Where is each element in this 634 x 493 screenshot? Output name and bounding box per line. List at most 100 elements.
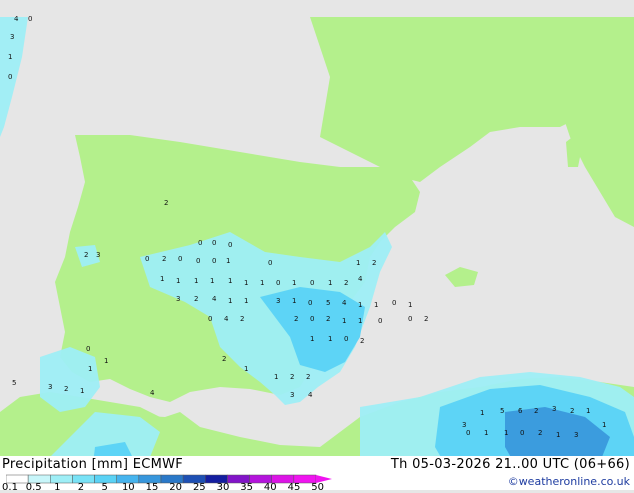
scale-tick-label: 10 [121,482,135,493]
precip-value: 1 [356,259,360,267]
precip-value: 5 [326,299,330,307]
precip-value: 0 [310,315,314,323]
precip-value: 1 [88,365,92,373]
precip-value: 0 [310,279,314,287]
precip-value: 1 [484,429,488,437]
precip-value: 2 [84,251,88,259]
precip-value: 2 [534,407,538,415]
scale-tick-label: 40 [263,482,277,493]
precip-value: 6 [518,407,523,415]
scale-tick-label: 5 [101,482,108,493]
precip-value: 1 [244,297,248,305]
precip-value: 3 [462,421,466,429]
precip-value: 2 [538,429,542,437]
precip-value: 5 [12,379,16,387]
precip-value: 3 [176,295,180,303]
precip-value: 2 [64,385,68,393]
precip-value: 3 [276,297,280,305]
precip-value: 1 [342,317,346,325]
precip-value: 5 [500,407,504,415]
precip-value: 0 [145,255,149,263]
precip-value: 0 [392,299,396,307]
precip-value: 2 [290,373,294,381]
precip-value: 1 [210,277,214,285]
scale-tick-label: 45 [287,482,301,493]
precip-value: 2 [570,407,574,415]
precip-value: 0 [86,345,90,353]
precip-value: 0 [308,299,312,307]
scale-tick-label: 25 [192,482,206,493]
precip-value: 0 [196,257,200,265]
precip-value: 0 [212,257,216,265]
precip-value: 3 [290,391,294,399]
precip-value: 1 [104,357,108,365]
scale-tick-label: 1 [54,482,61,493]
precip-value: 1 [226,257,230,265]
precip-value: 1 [260,279,264,287]
precip-value: 2 [240,315,244,323]
precip-value: 1 [80,387,84,395]
precip-value: 2 [306,373,310,381]
precip-value: 2 [372,259,376,267]
valid-time: Th 05-03-2026 21..00 UTC (06+66) [390,457,630,472]
scale-tick-label: 15 [145,482,159,493]
scale-tick-label: 30 [216,482,230,493]
precip-value: 1 [228,277,232,285]
precip-value: 1 [358,301,362,309]
precip-value: 2 [344,279,348,287]
scale-tick-label: 2 [77,482,85,493]
precip-value: 1 [310,335,314,343]
precip-value: 1 [480,409,484,417]
precip-value: 2 [294,315,298,323]
precip-value: 4 [14,15,19,23]
precip-value: 4 [212,295,217,303]
precip-value: 1 [374,301,378,309]
precip-value: 0 [198,239,202,247]
precip-value: 4 [342,299,347,307]
precip-value: 1 [176,277,180,285]
scale-tick-label: 35 [240,482,254,493]
precip-value: 1 [8,53,12,61]
precip-value: 3 [574,431,578,439]
precip-value: 4 [308,391,313,399]
precip-value: 1 [586,407,590,415]
precip-value: 1 [244,279,248,287]
precip-value: 1 [194,277,198,285]
precip-value: 0 [344,335,348,343]
precip-value: 0 [520,429,524,437]
precip-value: 4 [150,389,155,397]
precip-value: 2 [360,337,364,345]
precip-value: 2 [424,315,428,323]
precip-value: 1 [160,275,164,283]
scale-tick-label: 20 [169,482,183,493]
precip-value: 1 [556,431,560,439]
footer: Precipitation [mm] ECMWF Th 05-03-2026 2… [0,456,634,493]
precip-value: 2 [162,255,166,263]
precip-value: 2 [326,315,330,323]
precip-value: 1 [328,335,332,343]
precip-value: 1 [292,279,296,287]
precip-value: 1 [292,297,296,305]
precip-value: 0 [408,315,412,323]
precip-value: 1 [408,301,412,309]
precip-value: 1 [228,297,232,305]
precip-value: 2 [194,295,198,303]
precip-value: 0 [276,279,280,287]
precip-value: 4 [358,275,363,283]
precip-value: 0 [378,317,382,325]
scale-tick-label: 50 [311,482,324,493]
precip-value: 1 [602,421,606,429]
precip-value: 3 [10,33,14,41]
chart-title: Precipitation [mm] ECMWF [2,457,184,472]
precip-value: 0 [466,429,470,437]
precip-value: 0 [228,241,232,249]
credit-link[interactable]: ©weatheronline.co.uk [508,475,630,488]
scale-tick-label: 0.1 [2,482,18,493]
precip-value: 0 [212,239,216,247]
precip-value: 1 [244,365,248,373]
precip-value: 3 [96,251,100,259]
precip-value: 2 [222,355,226,363]
precip-value: 0 [178,255,182,263]
precip-value: 3 [552,405,556,413]
precip-value: 0 [28,15,32,23]
